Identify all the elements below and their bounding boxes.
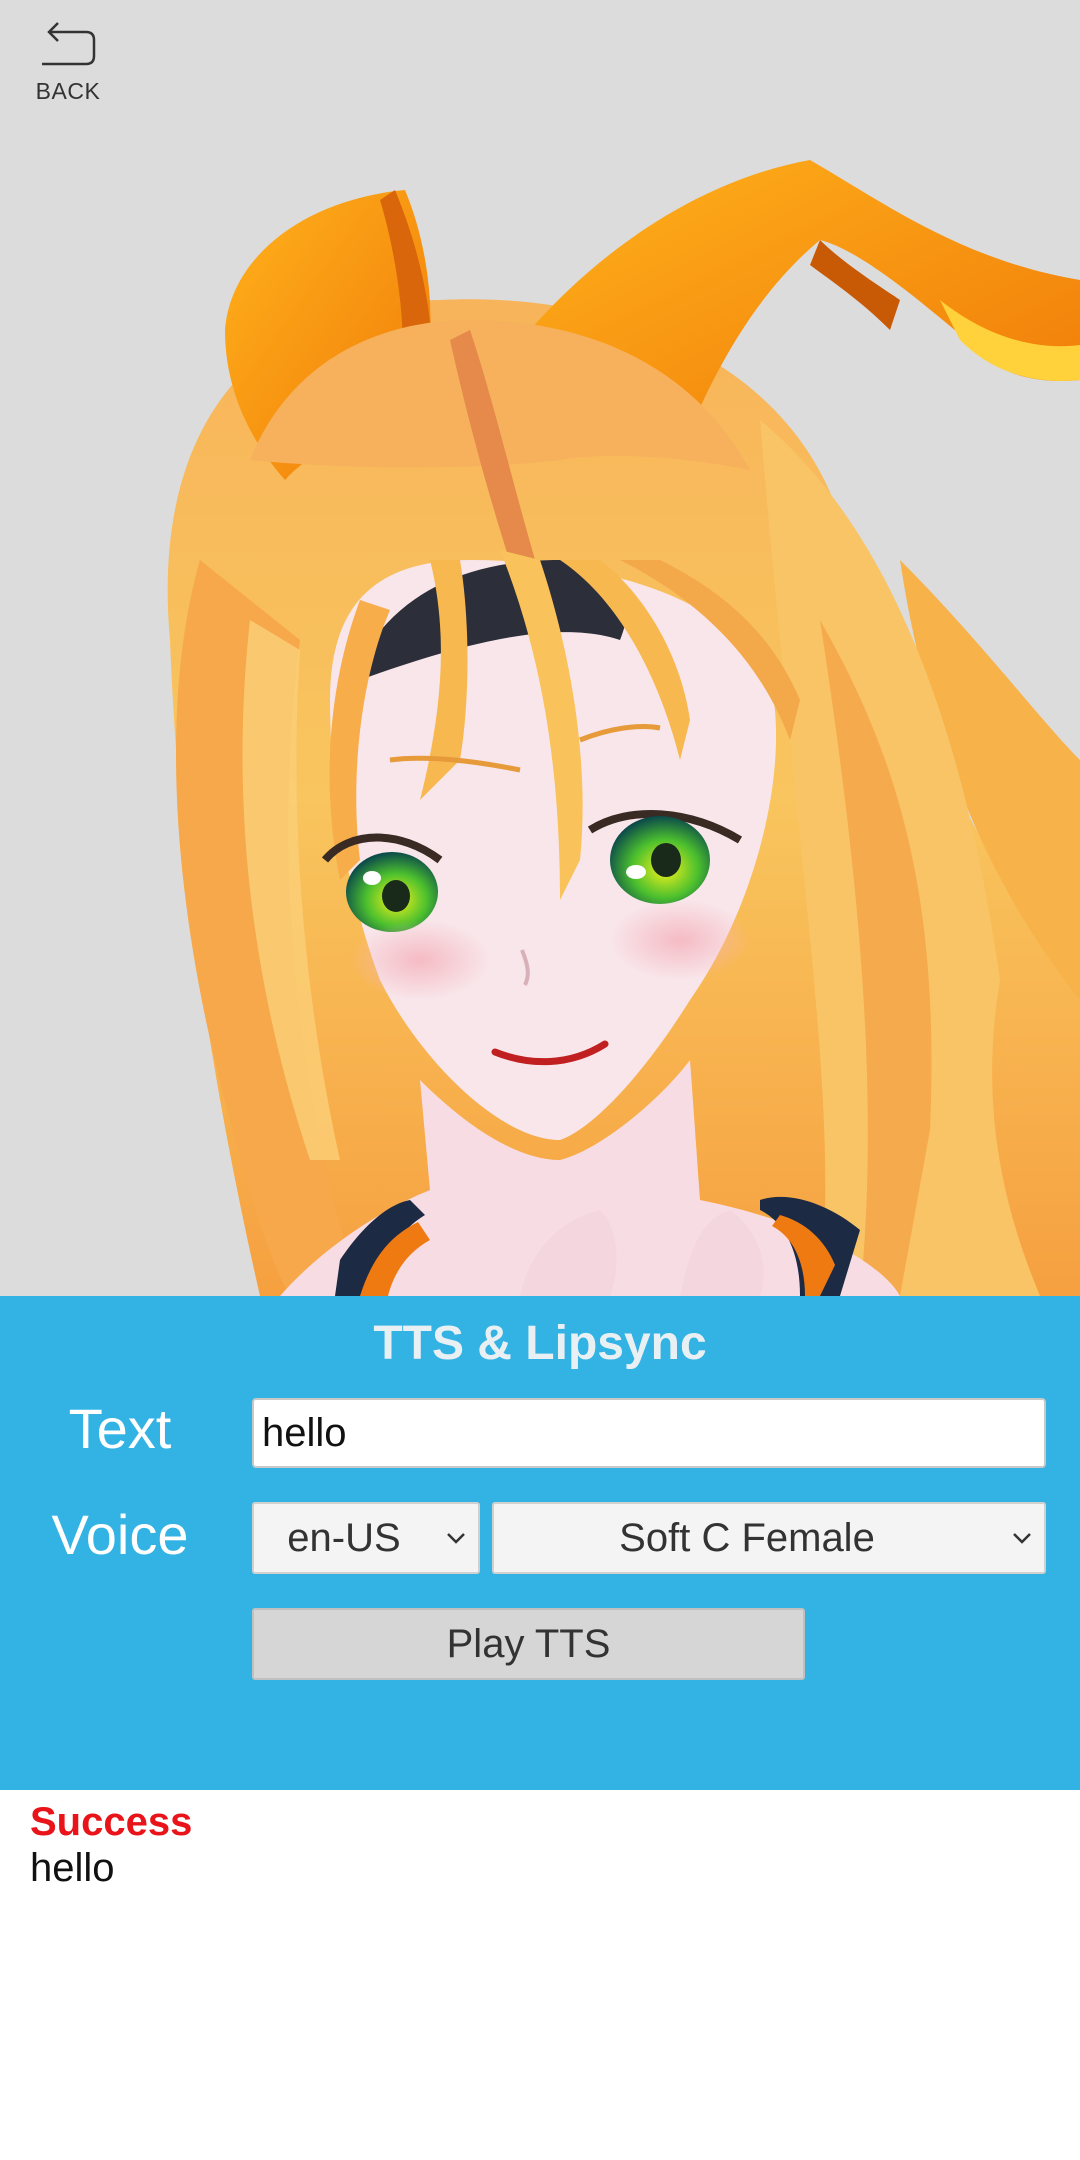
voice-label: Voice (51, 1503, 189, 1566)
chevron-down-icon (1000, 1516, 1044, 1560)
back-arrow-icon (42, 22, 96, 66)
back-label: BACK (35, 78, 101, 104)
voice-dropdown[interactable]: Soft C Female (492, 1502, 1046, 1574)
tts-panel: TTS & Lipsync Text Voice en-US Soft C Fe… (0, 1296, 1080, 1790)
log-area: Success hello (0, 1790, 1080, 2160)
back-button[interactable]: BACK (26, 18, 110, 110)
result-text: hello (30, 1846, 115, 1890)
text-input[interactable] (252, 1398, 1046, 1468)
voice-selected-value: Soft C Female (619, 1515, 875, 1560)
panel-title: TTS & Lipsync (373, 1317, 707, 1370)
character-viewport: BACK (0, 0, 1080, 1296)
locale-dropdown[interactable]: en-US (252, 1502, 480, 1574)
character-render (167, 160, 1080, 1296)
locale-selected-value: en-US (287, 1515, 401, 1560)
status-text: Success (30, 1800, 193, 1844)
app-root: BACK TTS & Lipsync Text Voice en-US Soft… (0, 0, 1080, 2160)
chevron-down-icon (434, 1516, 478, 1560)
text-label: Text (68, 1397, 172, 1460)
play-tts-button[interactable]: Play TTS (252, 1608, 805, 1680)
